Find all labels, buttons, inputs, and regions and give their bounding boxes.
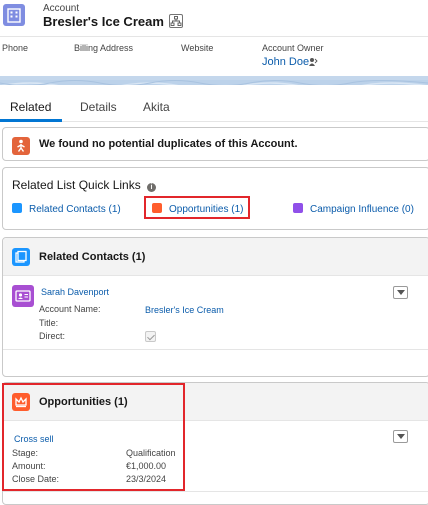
tab-details[interactable]: Details xyxy=(80,100,117,114)
duplicate-check-card: We found no potential duplicates of this… xyxy=(2,127,428,161)
related-contacts-title[interactable]: Related Contacts (1) xyxy=(39,251,145,263)
quick-links-title: Related List Quick Links xyxy=(12,178,141,192)
record-title: Bresler's Ice Cream xyxy=(43,14,164,29)
quick-link-campaign-influence[interactable]: Campaign Influence (0) xyxy=(310,204,414,215)
highlights-panel: Phone Billing Address Website Account Ow… xyxy=(0,36,428,76)
active-tab-indicator xyxy=(0,119,62,122)
hierarchy-button[interactable] xyxy=(169,14,183,28)
quick-link-related-contacts[interactable]: Related Contacts (1) xyxy=(29,204,121,215)
related-contacts-card: Related Contacts (1) Sarah Davenport Acc… xyxy=(2,237,428,377)
info-icon[interactable]: i xyxy=(147,183,156,192)
title-label: Title: xyxy=(39,318,59,328)
card-footer-divider xyxy=(3,491,428,492)
account-icon xyxy=(3,4,25,26)
contact-icon xyxy=(12,285,34,307)
account-name-link[interactable]: Bresler's Ice Cream xyxy=(145,305,224,315)
direct-label: Direct: xyxy=(39,331,66,341)
card-footer-divider xyxy=(3,349,428,350)
change-owner-icon[interactable] xyxy=(308,57,318,67)
duplicate-message: We found no potential duplicates of this… xyxy=(39,138,298,150)
object-type-label: Account xyxy=(43,3,80,14)
billing-address-label: Billing Address xyxy=(74,43,134,53)
tab-akita[interactable]: Akita xyxy=(143,100,170,114)
tab-related[interactable]: Related xyxy=(10,100,51,114)
opportunities-card-highlight xyxy=(2,383,185,491)
opportunities-link-highlight xyxy=(144,196,250,219)
contact-name-link[interactable]: Sarah Davenport xyxy=(41,287,109,297)
related-contacts-header: Related Contacts (1) xyxy=(3,238,428,276)
account-owner-link[interactable]: John Doe xyxy=(262,56,309,68)
contacts-icon xyxy=(12,203,22,213)
header-banner xyxy=(0,76,428,85)
record-tabs: Related Details Akita xyxy=(0,94,428,122)
phone-label: Phone xyxy=(2,43,29,53)
account-owner-label: Account Owner xyxy=(262,43,324,53)
record-header: Account Bresler's Ice Cream xyxy=(0,0,428,36)
opportunity-row-menu-button[interactable] xyxy=(393,430,408,443)
direct-checkbox xyxy=(145,331,156,342)
campaign-icon xyxy=(293,203,303,213)
duplicate-icon xyxy=(12,137,30,155)
hierarchy-icon xyxy=(170,16,182,26)
account-name-label: Account Name: xyxy=(39,304,101,314)
contacts-icon xyxy=(12,248,30,266)
contact-row-menu-button[interactable] xyxy=(393,286,408,299)
website-label: Website xyxy=(181,43,214,53)
